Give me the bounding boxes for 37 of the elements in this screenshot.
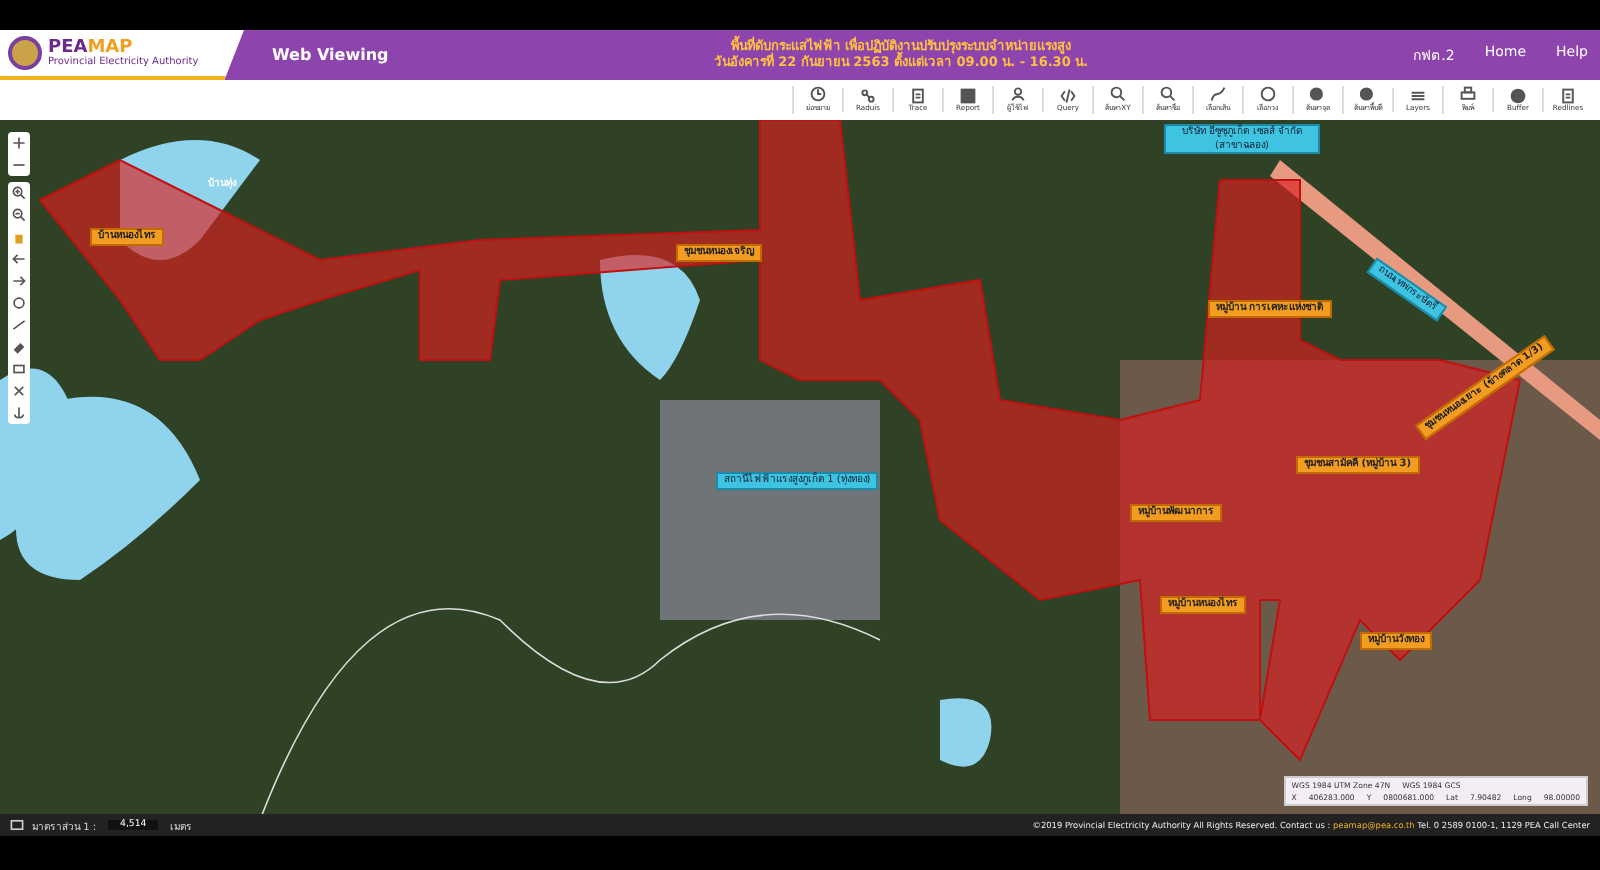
document-icon [910, 88, 926, 104]
user-icon [1010, 86, 1026, 102]
eraser-icon [12, 340, 26, 354]
screen-icon [10, 818, 24, 832]
circle-icon [1260, 86, 1276, 102]
layers-icon [1410, 88, 1426, 104]
app-title: Web Viewing [272, 46, 389, 64]
map-tool-button[interactable] [10, 206, 28, 224]
logo-brand: PEAMAP [48, 39, 133, 57]
map-tool-button[interactable] [10, 272, 28, 290]
zoom-in-icon [12, 186, 26, 200]
seal-icon [8, 36, 42, 70]
network-icon [860, 88, 876, 104]
line-icon [1210, 86, 1226, 102]
anchor-icon [12, 406, 26, 420]
code-icon [1060, 88, 1076, 104]
map-tool-button[interactable] [10, 360, 28, 378]
map-tool-button[interactable] [10, 184, 28, 202]
back-arrow-icon [12, 252, 26, 266]
zoom-in-button[interactable] [10, 134, 28, 152]
map-tool-button[interactable] [10, 316, 28, 334]
minus-icon [12, 158, 26, 172]
printer-icon [1460, 86, 1476, 102]
zoom-out-icon [12, 208, 26, 222]
map-tool-button[interactable] [10, 404, 28, 422]
map-tool-button[interactable] [10, 338, 28, 356]
rectangle-icon [12, 362, 26, 376]
search-icon [1160, 86, 1176, 102]
ruler-icon [12, 318, 26, 332]
document-icon [1560, 88, 1576, 104]
search-icon [1110, 86, 1126, 102]
plus-icon [12, 136, 26, 150]
map-tool-button[interactable] [10, 382, 28, 400]
map-tool-button[interactable] [10, 250, 28, 268]
clock-icon [810, 86, 826, 102]
close-icon [12, 384, 26, 398]
forward-arrow-icon [12, 274, 26, 288]
